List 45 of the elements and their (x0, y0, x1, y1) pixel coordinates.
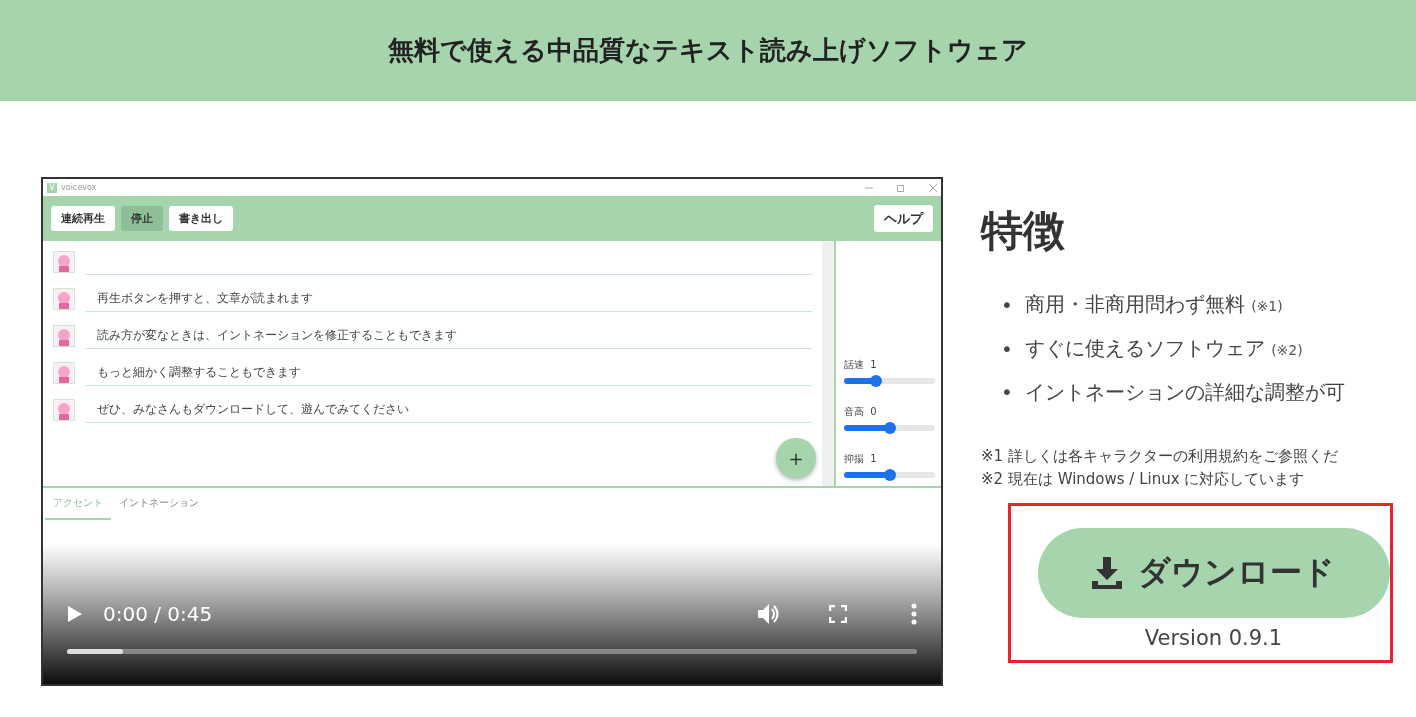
slider[interactable] (844, 378, 935, 384)
bullet: • (1001, 292, 1013, 319)
version-text: Version 0.9.1 (1144, 626, 1283, 650)
bullet: • (1001, 379, 1013, 406)
scrollbar[interactable] (822, 241, 834, 486)
add-button[interactable]: + (776, 438, 816, 478)
feature-item: 商用・非商用問わず無料 (※1) (1024, 291, 1283, 318)
fullscreen-icon[interactable] (829, 605, 847, 623)
slider-label: 話速 1 (844, 359, 877, 370)
text-field[interactable]: ぜひ、みなさんもダウンロードして、遊んでみてください (85, 397, 812, 423)
toolbar-button[interactable]: 連続再生 (51, 206, 115, 231)
window-title: voicevox (61, 183, 97, 192)
slider[interactable] (844, 472, 935, 478)
avatar-icon (53, 325, 75, 347)
page-title: 無料で使える中品質なテキスト読み上げソフトウェア (388, 34, 1028, 67)
avatar-icon (53, 362, 75, 384)
text-field[interactable]: 読み方が変なときは、イントネーションを修正することもできます (85, 323, 812, 349)
avatar-icon (53, 399, 75, 421)
feature-item: イントネーションの詳細な調整が可 (1024, 379, 1345, 406)
toolbar-button[interactable]: 停止 (121, 206, 163, 231)
maximize-icon[interactable] (897, 183, 905, 192)
volume-icon[interactable] (757, 603, 781, 625)
play-icon[interactable] (67, 605, 83, 623)
text-field[interactable]: 再生ボタンを押すと、文章が読まれます (85, 286, 812, 312)
avatar-icon (53, 251, 75, 273)
slider-label: 抑揚 1 (844, 453, 877, 464)
slider[interactable] (844, 425, 935, 431)
footnote: ※1 詳しくは各キャラクターの利用規約をご参照くだ (981, 447, 1339, 466)
video-time: 0:00 / 0:45 (103, 602, 213, 626)
bullet: • (1001, 336, 1013, 363)
download-icon (1092, 557, 1122, 589)
more-icon[interactable] (911, 603, 917, 625)
toolbar-button[interactable]: 書き出し (169, 206, 233, 231)
text-field[interactable]: もっと細かく調整することもできます (85, 360, 812, 386)
tab[interactable]: イントネーション (111, 488, 207, 520)
download-button[interactable]: ダウンロード (1037, 528, 1390, 618)
feature-item: すぐに使えるソフトウェア (※2) (1024, 335, 1303, 362)
progress-bar[interactable] (67, 649, 917, 654)
slider-label: 音高 0 (844, 406, 877, 417)
footnote: ※2 現在は Windows / Linux に対応しています (981, 470, 1306, 489)
app-logo: V (47, 182, 57, 193)
avatar-icon (53, 288, 75, 310)
close-icon[interactable] (929, 183, 937, 192)
help-button[interactable]: ヘルプ (874, 205, 933, 232)
section-heading: 特徴 (981, 205, 1066, 257)
